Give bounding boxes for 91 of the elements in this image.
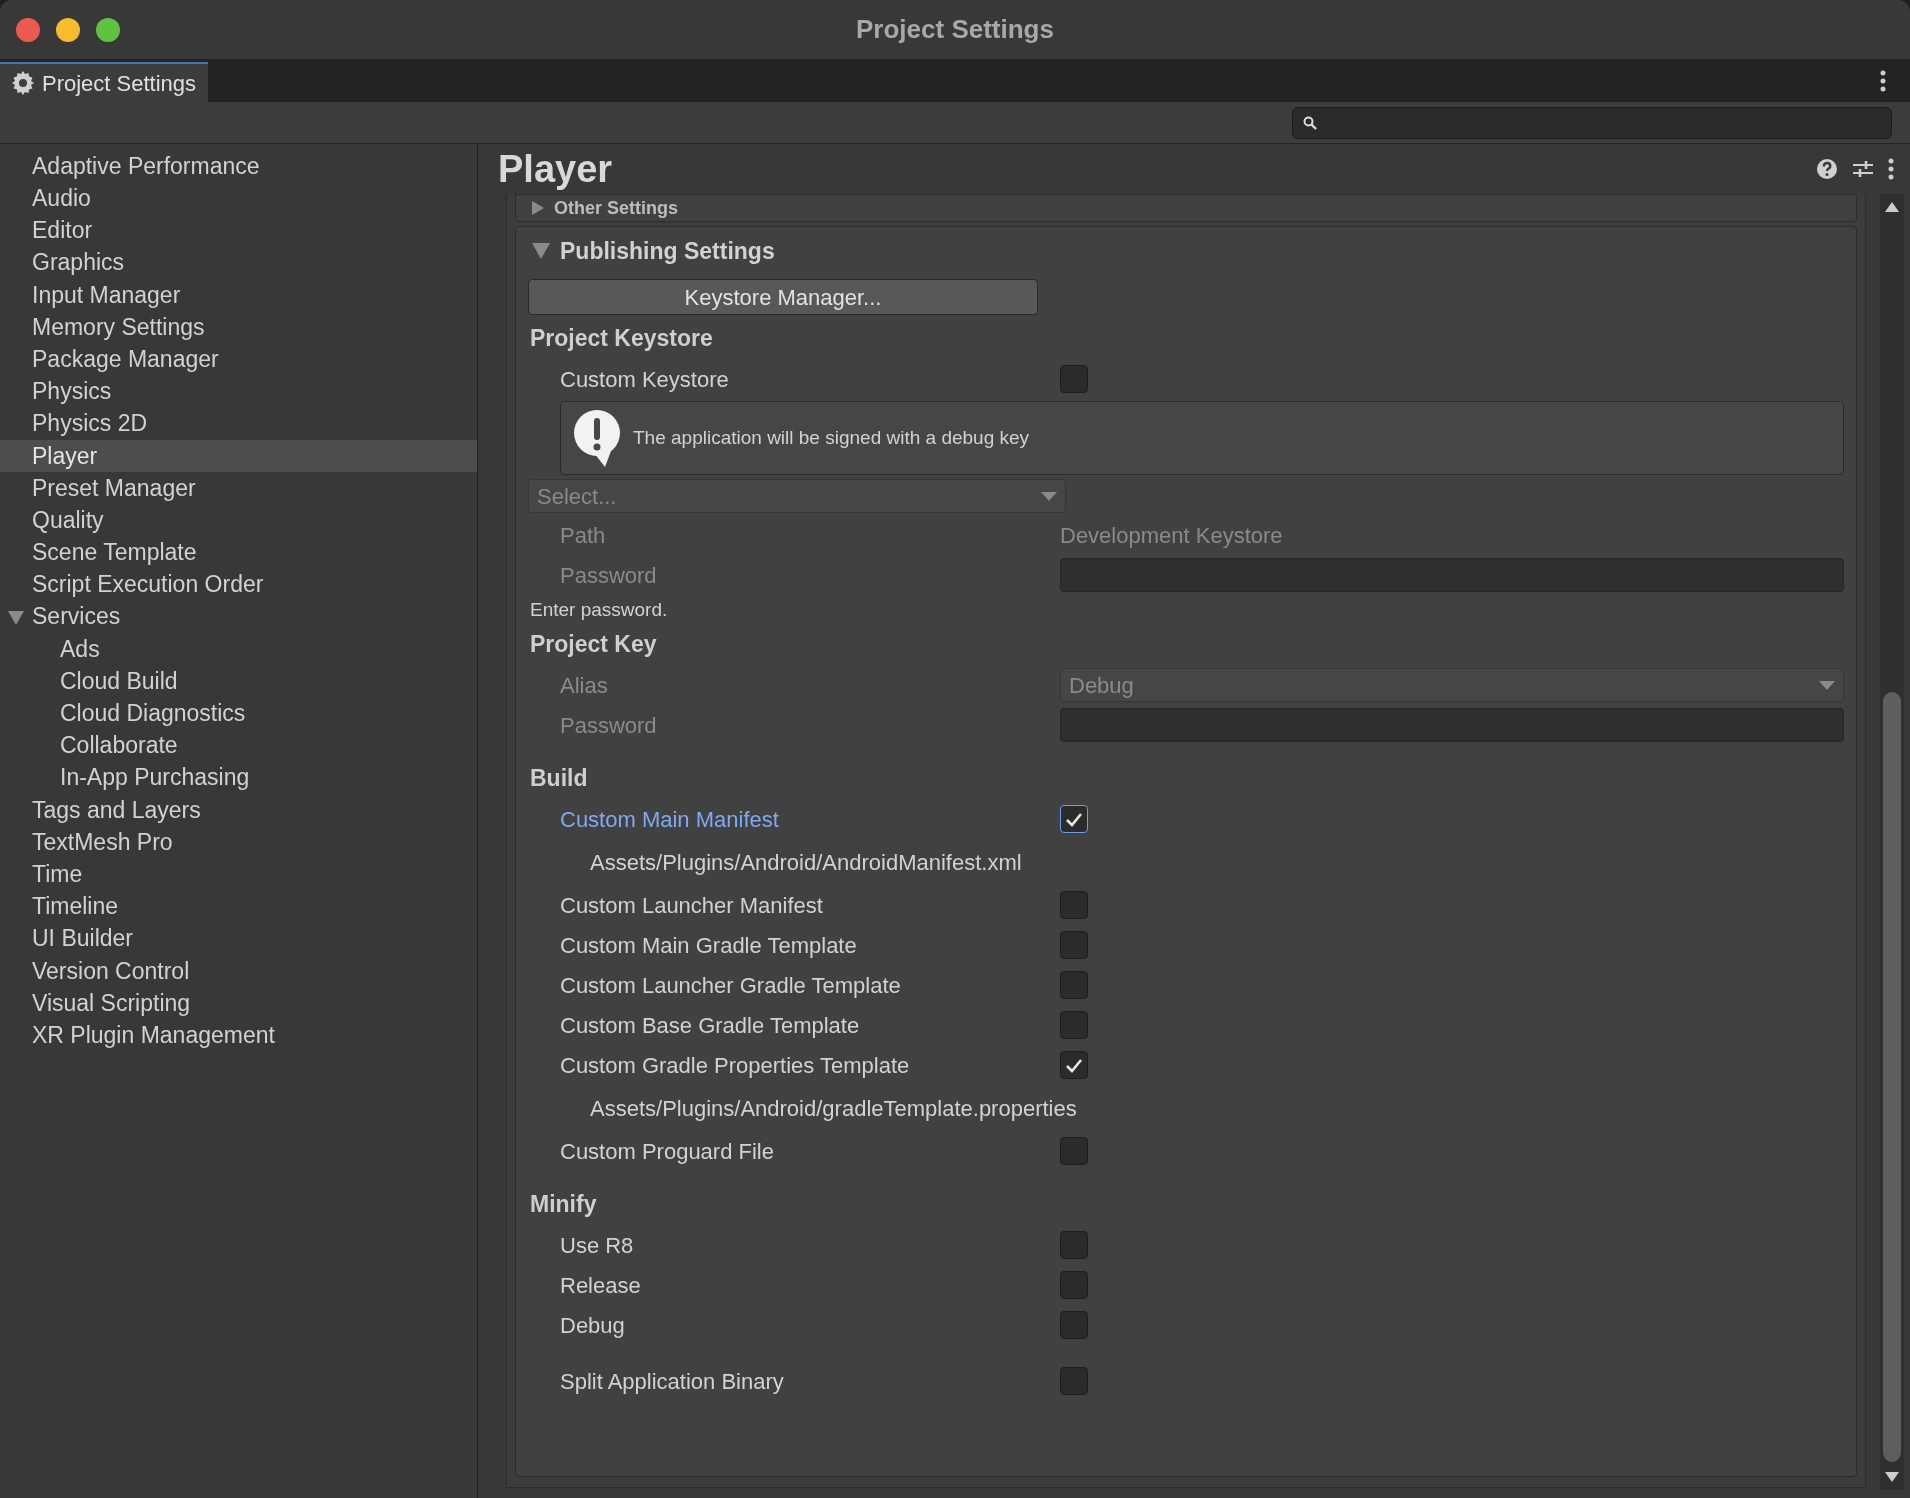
sidebar-item[interactable]: Visual Scripting [0, 986, 477, 1020]
section-header[interactable]: Other Settings [516, 195, 678, 221]
sidebar-item[interactable]: Ads [0, 632, 477, 665]
section-heading: Project Keystore [530, 323, 713, 353]
setting-label: Custom Launcher Gradle Template [559, 971, 902, 1000]
sidebar-item[interactable]: Tags and Layers [0, 793, 477, 826]
sidebar-item[interactable]: Player [0, 439, 477, 472]
sidebar-item[interactable]: In-App Purchasing [0, 761, 477, 794]
setting-value: Development Keystore [1060, 521, 1283, 550]
close-button[interactable] [16, 17, 40, 42]
sidebar-item[interactable]: TextMesh Pro [0, 825, 477, 859]
checkbox[interactable] [1060, 1137, 1088, 1165]
setting-label: Custom Keystore [559, 365, 730, 394]
checkbox[interactable] [1060, 931, 1088, 959]
checkbox[interactable] [1060, 1051, 1088, 1079]
setting-label: Custom Launcher Manifest [559, 891, 824, 920]
caret-icon [1819, 680, 1835, 690]
sidebar-item[interactable]: Scene Template [0, 536, 477, 569]
sidebar-item[interactable]: Adaptive Performance [0, 150, 477, 183]
sidebar-item[interactable]: Audio [0, 182, 477, 215]
sidebar-item[interactable]: Quality [0, 504, 477, 537]
sidebar-item[interactable]: Cloud Build [0, 665, 477, 698]
scroll-up-icon[interactable] [1885, 202, 1899, 212]
keystore-manager-button[interactable]: Keystore Manager... [528, 279, 1038, 315]
minimize-button[interactable] [56, 17, 80, 42]
sidebar-item[interactable]: Input Manager [0, 278, 477, 311]
sidebar-item[interactable]: Time [0, 858, 477, 891]
section-heading: Project Key [530, 629, 657, 659]
file-path: Assets/Plugins/Android/AndroidManifest.xml [590, 848, 1022, 877]
scroll-down-icon[interactable] [1885, 1472, 1899, 1482]
checkbox[interactable] [1060, 1231, 1088, 1259]
more-icon[interactable] [1880, 70, 1886, 92]
scrollbar-thumb[interactable] [1883, 692, 1901, 1462]
expanded-triangle-icon [532, 243, 550, 259]
sidebar-item[interactable]: Physics 2D [0, 407, 477, 440]
sidebar-item[interactable]: XR Plugin Management [0, 1019, 477, 1052]
sidebar-item[interactable]: Preset Manager [0, 471, 477, 505]
sidebar-item[interactable]: Collaborate [0, 729, 477, 762]
search-field[interactable] [1292, 106, 1892, 139]
checkbox[interactable] [1060, 891, 1088, 919]
sidebar-item[interactable]: Script Execution Order [0, 568, 477, 601]
sidebar-item[interactable]: Package Manager [0, 343, 477, 376]
sidebar-item[interactable]: Services [0, 600, 477, 633]
section-header[interactable]: Publishing Settings [516, 227, 1856, 275]
project-settings-tab[interactable]: Project Settings [0, 62, 209, 102]
gear-icon [12, 71, 34, 95]
sidebar-item[interactable]: Editor [0, 214, 477, 247]
info-message: The application will be signed with a debug key [633, 425, 1030, 450]
setting-label: Custom Proguard File [559, 1137, 775, 1166]
checkbox[interactable] [1060, 805, 1088, 833]
more-icon[interactable] [1888, 158, 1894, 180]
checkbox[interactable] [1060, 1011, 1088, 1039]
expanded-triangle-icon[interactable] [8, 610, 24, 627]
checkbox[interactable] [1060, 971, 1088, 999]
search-icon [1303, 115, 1317, 130]
sidebar-item[interactable]: UI Builder [0, 922, 477, 955]
setting-label: Custom Main Gradle Template [559, 931, 858, 960]
file-path: Assets/Plugins/Android/gradleTemplate.properties [590, 1094, 1077, 1123]
sidebar-item[interactable]: Timeline [0, 890, 477, 923]
caret-icon [1041, 491, 1057, 501]
sidebar-item[interactable]: Graphics [0, 246, 477, 279]
checkbox[interactable] [1060, 365, 1088, 393]
setting-label: Custom Base Gradle Template [559, 1011, 861, 1040]
checkbox[interactable] [1060, 1311, 1088, 1339]
collapsed-triangle-icon [532, 201, 544, 215]
setting-label: Password [559, 561, 658, 590]
help-icon[interactable] [1816, 158, 1838, 180]
setting-label: Split Application Binary [559, 1367, 785, 1396]
sidebar-item[interactable]: Cloud Diagnostics [0, 697, 477, 730]
setting-label: Use R8 [559, 1231, 635, 1260]
panel-title: Player [498, 146, 613, 192]
sidebar-item[interactable]: Version Control [0, 954, 477, 987]
scrollbar[interactable] [1880, 194, 1904, 1490]
hint-text: Enter password. [530, 597, 668, 622]
section-heading: Build [530, 763, 588, 793]
warning-bubble-icon [571, 409, 623, 467]
setting-label: Path [559, 521, 607, 550]
section-heading: Minify [530, 1189, 597, 1219]
setting-label: Release [559, 1271, 642, 1300]
window-title: Project Settings [856, 13, 1054, 46]
setting-label: Alias [559, 671, 609, 700]
sliders-icon[interactable] [1852, 158, 1874, 180]
setting-label: Password [559, 711, 658, 740]
sidebar-item[interactable]: Physics [0, 375, 477, 408]
setting-label: Debug [559, 1311, 626, 1340]
setting-label: Custom Main Manifest [559, 805, 780, 834]
checkbox[interactable] [1060, 1271, 1088, 1299]
setting-label: Custom Gradle Properties Template [559, 1051, 911, 1080]
checkbox[interactable] [1060, 1367, 1088, 1395]
sidebar-item[interactable]: Memory Settings [0, 310, 477, 344]
zoom-button[interactable] [96, 17, 120, 42]
